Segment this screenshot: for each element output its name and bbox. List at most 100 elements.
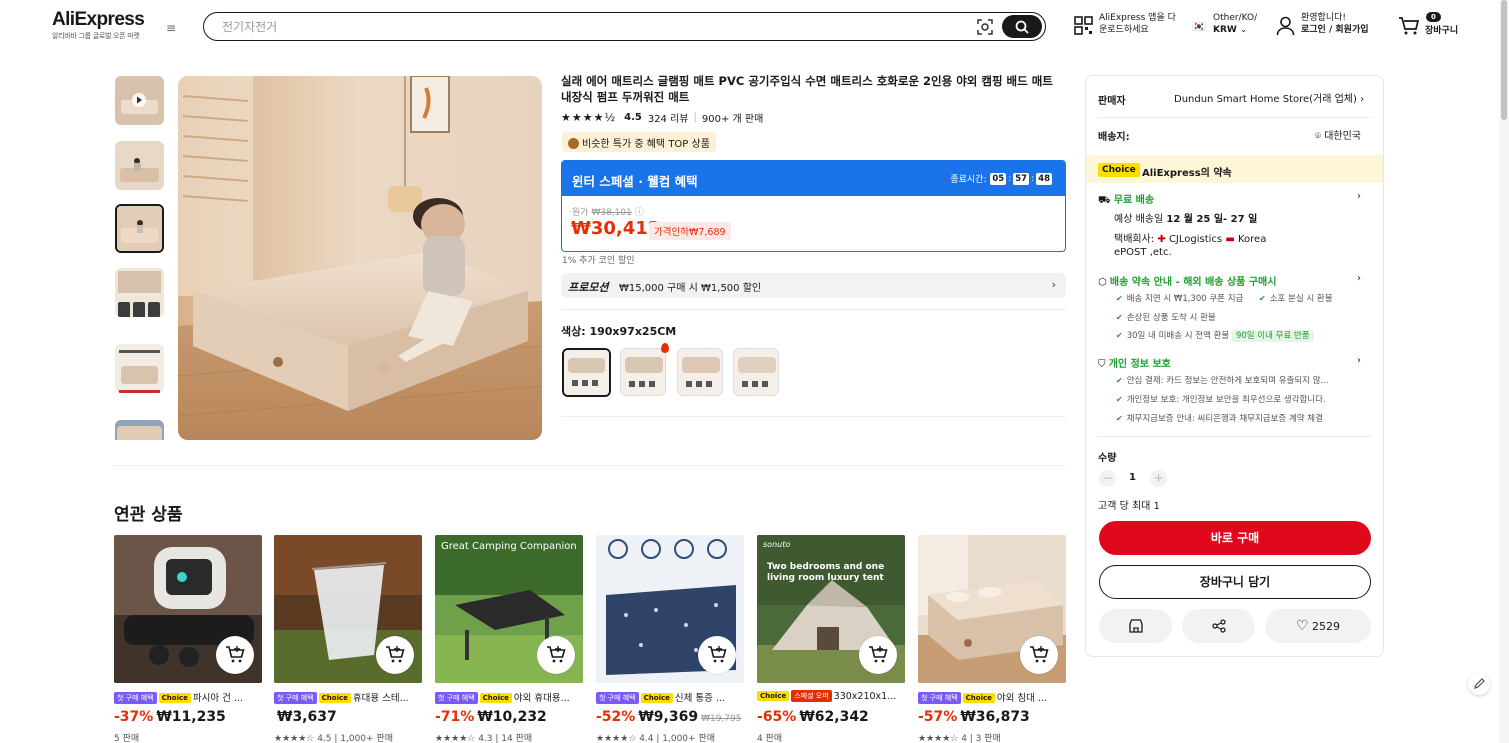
quantity-decrease-button[interactable]: − [1099,470,1116,487]
discount-percent: -71% [435,709,475,725]
app-download-link[interactable]: AliExpress 앱을 다 운로드하세요 [1099,12,1176,36]
sale-banner: 윈터 스페셜 · 웰컴 혜택 종료시간: 05: 57: 48 [562,161,1065,196]
product-card-image[interactable]: Great Camping Companion [435,535,583,683]
add-to-cart-button[interactable] [537,636,575,674]
welcome-text: 환영합니다! [1301,13,1347,23]
chevron-down-icon: ⌄ [1239,25,1248,35]
product-card-image[interactable] [114,535,262,683]
page: AliExpress 알리바바 그룹 글로벌 오픈 마켓 ≡ 전기자전거 Ali… [0,0,1509,743]
product-card-meta: ★★★★☆ 4.4 | 1,000+ 판매 [596,734,715,743]
thumbnail-video[interactable] [115,76,164,125]
hot-flame-icon [661,343,669,353]
price: ₩36,873 [960,709,1030,725]
privacy-text: 안심 결제: 카드 정보는 안전하게 보호되며 유출되지 않... [1126,376,1329,386]
thumbnail-image[interactable] [115,268,164,317]
product-card-image[interactable] [918,535,1066,683]
buy-now-button[interactable]: 바로 구매 [1099,521,1371,555]
promotion-row[interactable]: 프로모션 ₩15,000 구매 시 ₩1,500 할인 › [561,273,1066,298]
timer-minutes: 57 [1013,172,1030,185]
thumbnail-image[interactable] [115,420,164,440]
chevron-right-icon[interactable]: › [1357,355,1361,366]
product-card-title: Choice 스페셜 오퍼 330x210x1... [757,690,905,702]
account-link[interactable]: 환영합니다! 로그인 / 회원가입 [1301,12,1369,36]
cart-label[interactable]: 장바구니 [1425,25,1458,37]
privacy-row[interactable]: ⛉ 개인 정보 보호 [1098,355,1171,370]
chevron-right-icon: › [1051,278,1056,291]
product-card[interactable]: 첫 구매 혜택 Choice 신체 통증 ... -52% ₩9,369 ₩19,795… [596,535,744,743]
product-image-text: Two bedrooms and one [767,562,884,572]
add-to-cart-button[interactable] [376,636,414,674]
aliexpress-logo[interactable]: AliExpress 알리바바 그룹 글로벌 오픈 마켓 [52,10,152,41]
product-card[interactable]: sonuto Two bedrooms and one living room lu… [757,535,905,743]
delivery-estimate: 예상 배송일 12 월 25 일- 27 일 [1114,210,1257,225]
color-swatch[interactable] [620,348,666,396]
ship-to-selector[interactable]: ⌾ 대한민국 [1315,127,1361,142]
seller-name: Dundun Smart Home Store(거래 업체) [1174,94,1357,105]
related-products-title: 연관 상품 [114,505,183,525]
color-swatch[interactable] [733,348,779,396]
quantity-increase-button[interactable]: + [1150,470,1167,487]
thumbnail-image[interactable] [115,344,164,393]
color-swatch[interactable] [677,348,723,396]
color-label: 색상: 190x97x25CM [561,325,677,338]
chevron-right-icon[interactable]: › [1357,273,1361,284]
scrollbar-thumb[interactable] [1501,0,1507,120]
add-to-cart-button[interactable] [1020,636,1058,674]
promise-text: 손상된 상품 도착 시 환불 [1126,313,1216,323]
search-input[interactable] [222,18,962,36]
edit-feedback-button[interactable] [1468,673,1490,695]
cart-icon[interactable] [1398,16,1420,36]
add-to-cart-button[interactable] [698,636,736,674]
product-card[interactable]: 첫 구매 혜택 Choice 파시아 건 ... -37% ₩11,235 5 판매 [114,535,262,743]
chevron-right-icon[interactable]: › [1357,191,1361,202]
location-pin-icon: ⌾ [1315,131,1321,142]
add-to-cart-button[interactable] [859,636,897,674]
product-card[interactable]: Great Camping Companion 첫 구매 혜택 Choice 야외 … [435,535,583,743]
privacy-title: 개인 정보 보호 [1108,359,1171,370]
free-shipping-row[interactable]: ⛟ 무료 배송 [1098,191,1154,208]
review-count-link[interactable]: 324 리뷰 [648,110,689,125]
add-to-cart-button[interactable]: 장바구니 담기 [1099,565,1371,599]
thumbnail-image[interactable] [115,141,164,190]
choice-tag: Choice [640,693,673,703]
cart-plus-icon [226,646,245,663]
carrier-label: 택배회사: [1114,234,1155,245]
seller-name-link[interactable]: Dundun Smart Home Store(거래 업체) › [1174,90,1364,105]
menu-icon[interactable]: ≡ [166,22,178,34]
privacy-item: ✔ 채무지급보증 안내: 씨티은행과 채무지급보증 계약 체결 [1116,412,1323,424]
share-button[interactable] [1182,609,1255,643]
main-product-image[interactable] [178,76,542,440]
user-icon[interactable] [1276,16,1295,36]
product-card-image[interactable] [596,535,744,683]
purchase-panel: 판매자 Dundun Smart Home Store(거래 업체) › 배송지… [1085,75,1384,657]
discount-percent: -57% [918,709,958,725]
product-card-meta: 4 판매 [757,734,783,743]
info-icon[interactable]: ⓘ [635,208,644,218]
product-card[interactable]: 첫 구매 혜택 Choice 휴대용 스테... ₩3,637 ★★★★☆ 4.5 … [274,535,422,743]
quantity-value[interactable]: 1 [1129,472,1136,483]
wishlist-button[interactable]: ♡ 2529 [1265,609,1371,643]
truck-icon: ⛟ [1098,195,1111,206]
discount-percent: -65% [757,709,797,725]
price: ₩11,235 [156,709,226,725]
search-button[interactable] [1002,15,1042,38]
product-card[interactable]: 첫 구매 혜택 Choice 야외 침대 ... -57% ₩36,873 ★★★★☆… [918,535,1066,743]
camera-search-icon[interactable] [976,18,994,36]
region-selector[interactable]: Other/KO/ KRW ⌄ [1213,12,1257,36]
old-price: ₩19,795 [701,714,742,724]
login-link[interactable]: 로그인 / 회원가입 [1301,24,1369,36]
page-scrollbar[interactable] [1499,0,1509,743]
qr-code-icon[interactable] [1074,16,1093,35]
thumbnail-image-selected[interactable] [115,204,164,253]
color-swatch-selected[interactable] [562,348,611,397]
product-card-image[interactable] [274,535,422,683]
delivery-estimate-label: 예상 배송일 [1114,214,1164,225]
section-divider [114,465,1066,466]
first-purchase-tag: 첫 구매 혜택 [596,692,639,704]
add-to-cart-button[interactable] [216,636,254,674]
delivery-promise-row[interactable]: ⬡ 배송 약속 안내 - 해외 배송 상품 구매시 [1098,273,1276,288]
first-purchase-tag: 첫 구매 혜택 [435,692,478,704]
coin-discount-note: 1% 추가 코인 할인 [562,256,635,266]
store-button[interactable] [1099,609,1172,643]
product-card-image[interactable]: sonuto Two bedrooms and one living room lu… [757,535,905,683]
